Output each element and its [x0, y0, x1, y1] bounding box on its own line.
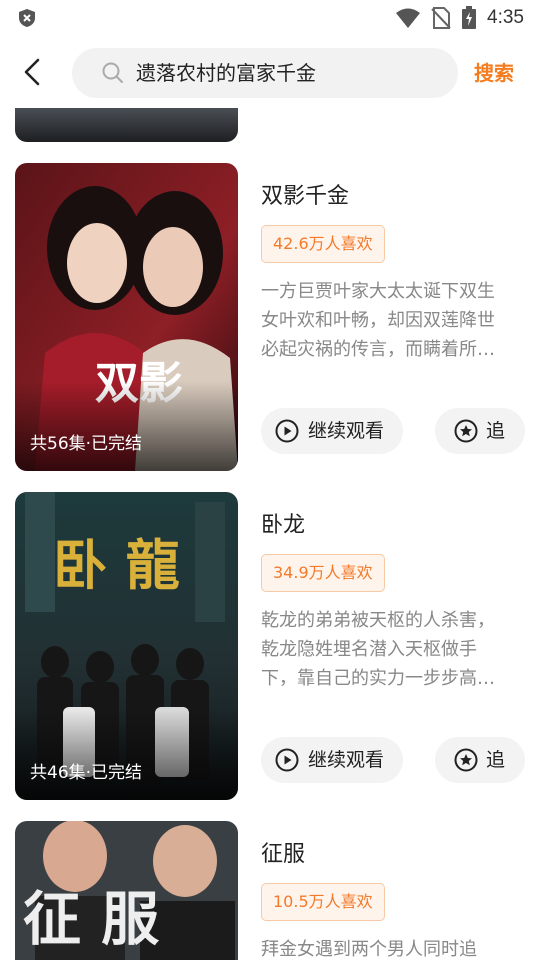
drama-description: 乾龙的弟弟被天枢的人杀害， 乾龙隐姓埋名潜入天枢做手 下，靠自己的实力一步步高… [261, 606, 525, 693]
follow-label: 追 [486, 749, 506, 771]
likes-badge: 42.6万人喜欢 [261, 225, 385, 263]
drama-poster[interactable]: 征 服 [15, 821, 238, 960]
follow-button[interactable]: 追 [435, 408, 525, 454]
drama-card[interactable]: 卧 龍 共46集·已完结 卧龙 34.9万人喜欢 乾龙的弟弟被天枢的人杀害， 乾… [0, 492, 540, 800]
battery-charging-icon [462, 6, 477, 29]
poster-title-art: 征 服 [23, 885, 159, 953]
episode-count: 共46集·已完结 [30, 763, 143, 783]
no-sim-icon [431, 7, 451, 29]
drama-title[interactable]: 双影千金 [261, 183, 349, 211]
follow-label: 追 [486, 420, 506, 442]
clock: 4:35 [487, 7, 524, 28]
drama-description: 拜金女遇到两个男人同时追 [261, 935, 525, 965]
drama-description: 一方巨贾叶家大太太诞下双生 女叶欢和叶畅，却因双莲降世 必起灾祸的传言，而瞒着所… [261, 277, 525, 364]
drama-poster[interactable]: 卧 龍 共46集·已完结 [15, 492, 238, 800]
drama-card[interactable]: 双影 共56集·已完结 双影千金 42.6万人喜欢 一方巨贾叶家大太太诞下双生 … [0, 163, 540, 471]
drama-poster[interactable]: 双影 共56集·已完结 [15, 163, 238, 471]
status-bar: 4:35 [0, 0, 540, 36]
episode-count: 共56集·已完结 [30, 434, 143, 454]
description-line: 下，靠自己的实力一步步高… [261, 668, 495, 689]
drama-title[interactable]: 卧龙 [261, 512, 305, 540]
back-arrow-icon[interactable] [14, 54, 50, 90]
poster-shade [15, 381, 238, 471]
description-line: 一方巨贾叶家大太太诞下双生 [261, 281, 495, 302]
poster-title-art: 卧 龍 [53, 533, 180, 597]
continue-watching-button[interactable]: 继续观看 [261, 737, 403, 783]
search-header: 遗落农村的富家千金 搜索 [0, 40, 540, 108]
search-input[interactable]: 遗落农村的富家千金 [72, 48, 458, 98]
poster-image: 征 服 [15, 821, 238, 960]
likes-badge: 10.5万人喜欢 [261, 883, 385, 921]
play-circle-icon [275, 748, 299, 772]
description-line: 乾龙的弟弟被天枢的人杀害， [261, 610, 495, 631]
continue-watching-button[interactable]: 继续观看 [261, 408, 403, 454]
drama-title[interactable]: 征服 [261, 841, 305, 869]
follow-button[interactable]: 追 [435, 737, 525, 783]
continue-watching-label: 继续观看 [308, 749, 385, 771]
likes-badge: 34.9万人喜欢 [261, 554, 385, 592]
star-circle-icon [454, 419, 478, 443]
wifi-icon [396, 8, 421, 28]
poster-shade [15, 710, 238, 800]
description-line: 女叶欢和叶畅，却因双莲降世 [261, 310, 495, 331]
description-line: 必起灾祸的传言，而瞒着所… [261, 339, 495, 360]
drama-card[interactable]: 征 服 征服 10.5万人喜欢 拜金女遇到两个男人同时追 [0, 821, 540, 960]
description-line: 乾龙隐姓埋名潜入天枢做手 [261, 639, 477, 660]
shield-icon [19, 9, 35, 27]
play-circle-icon [275, 419, 299, 443]
previous-poster-partial[interactable] [15, 108, 238, 142]
search-icon [102, 62, 123, 83]
star-circle-icon [454, 748, 478, 772]
status-icons: 4:35 [395, 6, 524, 30]
continue-watching-label: 继续观看 [308, 420, 385, 442]
search-query: 遗落农村的富家千金 [136, 61, 316, 85]
search-button[interactable]: 搜索 [474, 60, 514, 86]
